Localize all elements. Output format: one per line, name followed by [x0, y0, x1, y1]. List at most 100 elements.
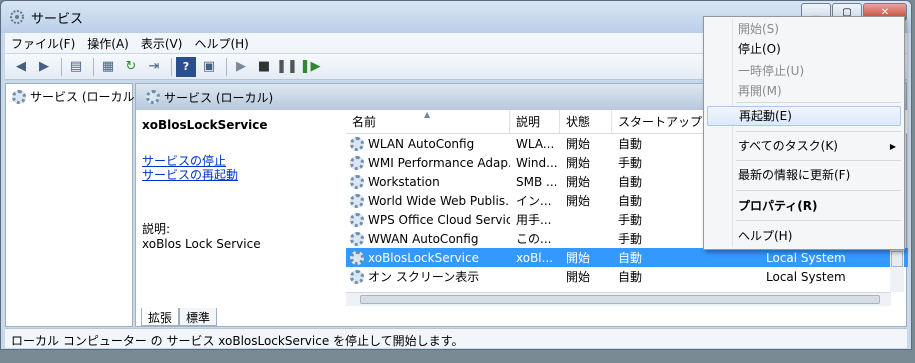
sort-ascending-icon: ▲ [424, 110, 431, 119]
context-menu-item[interactable]: プロパティ(R) [707, 196, 901, 216]
status-bar: ローカル コンピューター の サービス xoBlosLockService を停… [5, 328, 907, 348]
menu-view[interactable]: 表示(V) [135, 35, 189, 52]
stop-service-icon[interactable]: ■ [254, 57, 274, 77]
service-description-panel: xoBlosLockService サービスの停止 サービスの再起動 説明: x… [136, 110, 336, 308]
table-row[interactable]: xoBlosLockService xoBl... 開始 自動 Local Sy… [346, 248, 908, 267]
service-name: WPS Office Cloud Service [368, 212, 510, 227]
menu-separator [736, 220, 901, 221]
window-title: サービス [31, 12, 84, 27]
services-app-icon [10, 10, 24, 24]
context-menu-item: 再開(M) [738, 84, 782, 98]
service-name-cell: xoBlosLockService [346, 250, 510, 265]
logon-cell: Local System [766, 250, 846, 265]
service-name: Workstation [368, 174, 440, 189]
startup-type-cell: 自動 [618, 270, 643, 284]
service-name: WWAN AutoConfig [368, 231, 479, 246]
description-cell: 用手... [516, 213, 552, 227]
services-gear-icon [12, 89, 26, 104]
service-name: WMI Performance Adap... [368, 155, 510, 170]
service-gear-icon [350, 269, 364, 284]
export-list-icon[interactable]: ⇥ [144, 57, 164, 77]
service-gear-icon [350, 174, 364, 189]
tab-standard[interactable]: 標準 [179, 308, 218, 326]
service-gear-icon [350, 212, 364, 227]
refresh-icon[interactable]: ↻ [121, 57, 141, 77]
tree-item-services-local[interactable]: サービス (ローカル) [12, 88, 139, 105]
context-menu-item[interactable]: 停止(O) [707, 39, 901, 59]
column-header-status[interactable]: 状態 [560, 110, 612, 133]
service-name-cell: World Wide Web Publis... [346, 193, 510, 208]
context-menu: 開始(S) 停止(O) 一時停止(U) 再開(M) 再起動(E) すべてのタスク(K) ▶ 最… [703, 16, 905, 250]
toolbar-separator [171, 57, 172, 76]
status-cell: 開始 [566, 137, 591, 151]
logon-cell: Local System [766, 269, 846, 284]
status-cell: 開始 [566, 194, 591, 208]
submenu-arrow-icon: ▶ [889, 142, 896, 151]
restart-service-link[interactable]: サービスの再起動 [142, 168, 330, 182]
service-name: オン スクリーン表示 [368, 270, 480, 284]
service-name-cell: Workstation [346, 174, 510, 189]
services-gear-icon [146, 90, 160, 104]
service-name: WLAN AutoConfig [368, 136, 475, 151]
description-cell: この... [516, 232, 552, 246]
context-menu-item[interactable]: すべてのタスク(K) [707, 136, 901, 156]
service-gear-icon [350, 231, 364, 246]
console-tree: サービス (ローカル) [5, 83, 139, 327]
startup-type-cell: 自動 [618, 251, 643, 265]
table-row[interactable]: オン スクリーン表示 開始 自動 Local System [346, 267, 908, 286]
description-cell: SMB ... [516, 174, 558, 189]
pause-service-icon[interactable]: ❚❚ [276, 57, 298, 77]
service-gear-icon [350, 250, 364, 265]
status-cell: 開始 [566, 251, 591, 265]
show-hide-console-tree-icon[interactable]: ▤ [66, 57, 86, 77]
context-menu-item[interactable]: 再起動(E) [707, 106, 901, 126]
view-tabs: 拡張 標準 [141, 308, 218, 326]
tab-extended[interactable]: 拡張 [141, 308, 180, 326]
toolbar-separator [226, 57, 227, 76]
menu-separator [736, 131, 901, 132]
description-label: 説明: [142, 222, 171, 236]
menu-file[interactable]: ファイル(F) [5, 35, 81, 52]
tree-item-label: サービス (ローカル) [30, 90, 140, 104]
description-text: xoBlos Lock Service [142, 237, 261, 251]
service-name-cell: WPS Office Cloud Service [346, 212, 510, 227]
status-cell: 開始 [566, 175, 591, 189]
column-header-description[interactable]: 説明 [510, 110, 560, 133]
start-service-icon[interactable]: ▶ [231, 57, 251, 77]
context-menu-item[interactable]: ヘルプ(H) [707, 226, 901, 246]
description-cell: イン... [516, 194, 552, 208]
menu-action[interactable]: 操作(A) [81, 35, 135, 52]
context-menu-item[interactable]: 最新の情報に更新(F) [707, 165, 901, 185]
description-cell: WLA... [516, 136, 555, 151]
service-gear-icon [350, 155, 364, 170]
scrollbar-thumb[interactable] [360, 295, 880, 304]
selected-service-name: xoBlosLockService [142, 118, 268, 132]
restart-service-icon[interactable]: ❚▶ [300, 57, 321, 77]
menu-separator [736, 160, 901, 161]
show-action-pane-icon[interactable]: ▣ [199, 57, 219, 77]
menu-separator [736, 190, 901, 191]
horizontal-scrollbar[interactable] [346, 292, 891, 306]
description-cell: xoBl... [516, 250, 554, 265]
stop-service-link[interactable]: サービスの停止 [142, 154, 330, 168]
pane-header-title: サービス (ローカル) [164, 90, 274, 105]
toolbar-separator [93, 57, 94, 76]
status-cell: 開始 [566, 270, 591, 284]
service-gear-icon [350, 136, 364, 151]
context-menu-item: 開始(S) [738, 22, 779, 36]
back-arrow-icon[interactable]: ◀ [11, 57, 31, 77]
status-cell: 開始 [566, 156, 591, 170]
scrollbar-thumb[interactable] [891, 251, 903, 267]
toolbar-separator [61, 57, 62, 76]
service-name-cell: WMI Performance Adap... [346, 155, 510, 170]
service-name-cell: WLAN AutoConfig [346, 136, 510, 151]
service-name: World Wide Web Publis... [368, 193, 510, 208]
service-name: xoBlosLockService [368, 250, 479, 265]
menu-separator [736, 102, 901, 103]
service-action-links: サービスの停止 サービスの再起動 [142, 154, 330, 182]
context-menu-item: 一時停止(U) [738, 64, 805, 78]
menu-help[interactable]: ヘルプ(H) [188, 35, 254, 52]
properties-icon[interactable]: ▦ [98, 57, 118, 77]
help-icon[interactable]: ? [176, 56, 196, 77]
forward-arrow-icon[interactable]: ▶ [34, 57, 54, 77]
